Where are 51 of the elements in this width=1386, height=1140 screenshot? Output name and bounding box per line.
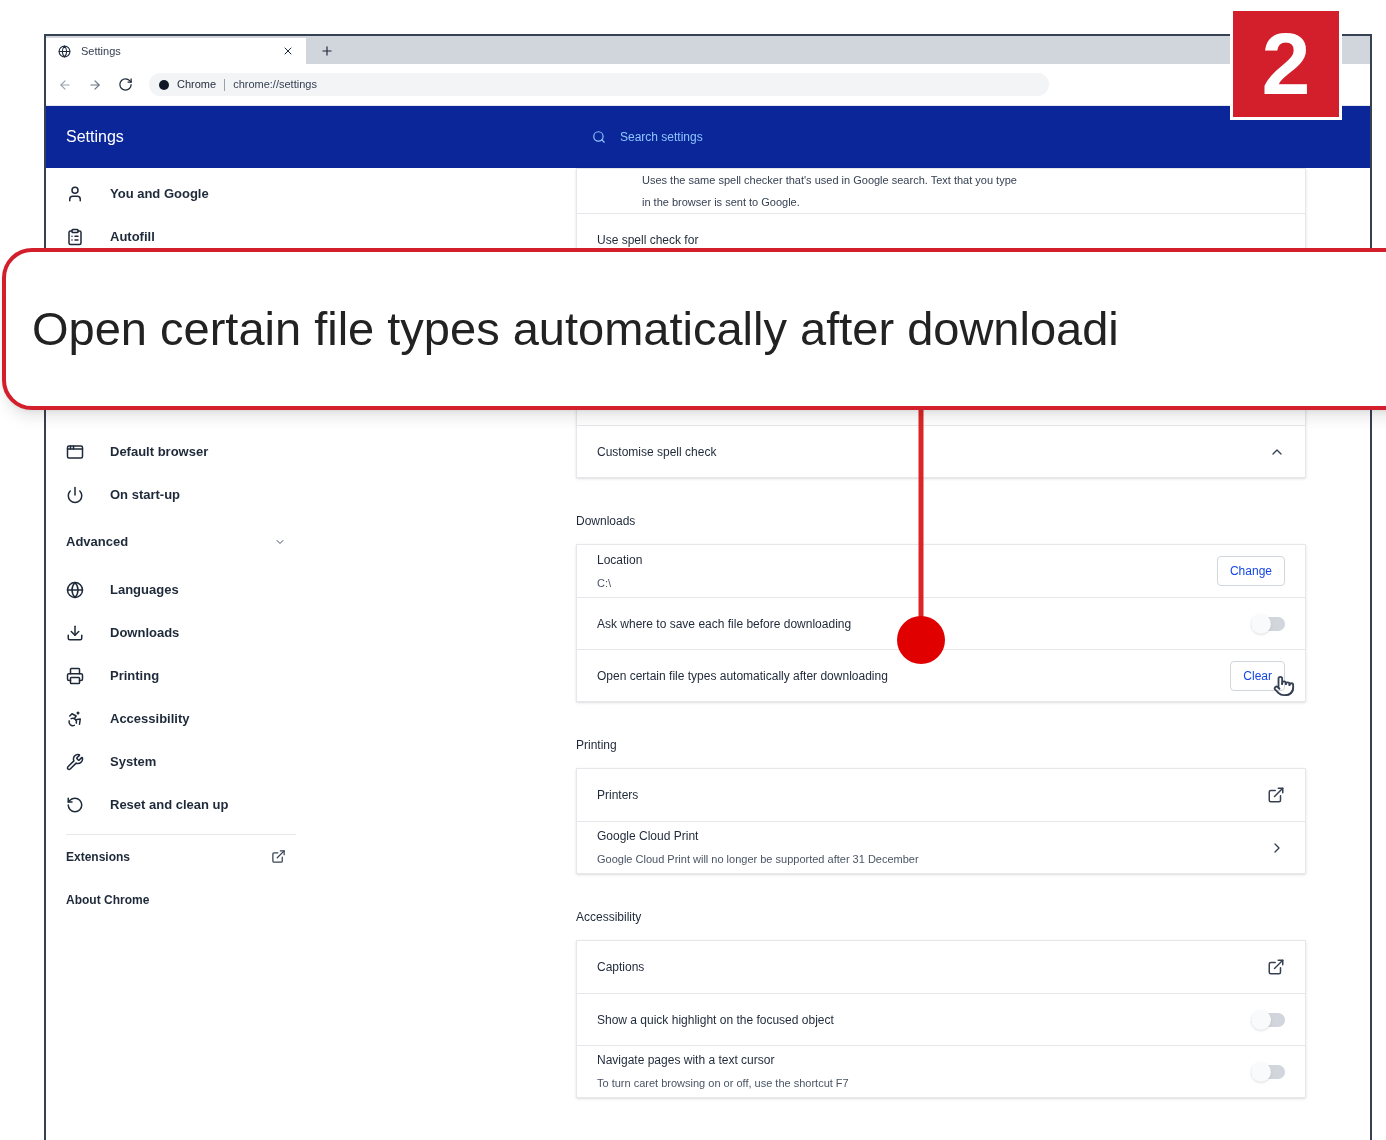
sidebar-item[interactable]: System [110,751,157,772]
external-link-icon[interactable] [1267,786,1285,804]
sidebar-item[interactable]: Default browser [110,441,209,462]
setting-label: Google Cloud Print [597,828,700,846]
section-heading: Downloads [576,513,637,530]
external-link-icon[interactable] [1267,958,1285,976]
advanced-label[interactable]: Advanced [66,532,129,552]
external-link-icon[interactable] [271,849,286,864]
address-bar[interactable]: Chrome chrome://settings [149,73,1049,96]
setting-label: Use spell check for [597,231,699,249]
toggle-switch[interactable] [1251,1012,1285,1027]
section-heading: Printing [576,737,618,754]
setting-description: C:\ [597,575,613,591]
sidebar-item[interactable]: On start-up [110,484,181,505]
sidebar-item[interactable]: Printing [110,665,160,686]
sidebar-link[interactable]: Extensions [66,847,131,866]
page-title: Settings [66,127,125,147]
forward-icon[interactable] [88,77,102,92]
setting-description: Google Cloud Print will no longer be supported after 31 December [597,852,919,868]
reload-icon[interactable] [118,77,133,92]
setting-label: Navigate pages with a text cursor [597,1052,776,1070]
close-icon[interactable] [282,45,294,57]
toggle-switch[interactable] [1251,616,1285,631]
new-tab-icon[interactable] [320,44,334,58]
action-button[interactable]: Change [1216,556,1285,586]
browser-tab[interactable]: Settings [46,38,306,64]
toggle-switch[interactable] [1251,1064,1285,1079]
tab-favicon-icon [58,44,71,58]
setting-label: Ask where to save each file before downloading [597,615,852,633]
sidebar-item[interactable]: You and Google [110,183,209,204]
setting-label: Location [597,551,643,569]
description-text: in the browser is sent to Google. [642,195,801,209]
setting-label: Show a quick highlight on the focused object [597,1011,834,1029]
step-badge: 2 [1230,8,1342,120]
sidebar-item[interactable]: Reset and clean up [110,794,229,815]
sidebar-link[interactable]: About Chrome [66,890,150,909]
sidebar-item[interactable]: Downloads [110,622,180,643]
description-text: Uses the same spell checker that's used in Google search. Text that you type [642,173,1018,187]
search-field[interactable]: Search settings [620,128,820,146]
sidebar-item[interactable]: Languages [110,579,179,600]
section-heading: Accessibility [576,909,643,926]
setting-description: To turn caret browsing on or off, use the shortcut F7 [597,1076,849,1092]
setting-label: Open certain file types automatically after downloading [597,667,888,685]
setting-label: Captions [597,959,645,976]
callout-text: Open certain file types automatically after downloadi [32,300,1119,357]
sidebar-item[interactable]: Autofill [110,226,155,247]
search-icon [592,130,606,144]
setting-label: Printers [597,787,639,804]
setting-label: Customise spell check [597,443,717,461]
sidebar-item[interactable]: Accessibility [110,708,190,729]
action-button[interactable]: Clear [1230,660,1285,691]
